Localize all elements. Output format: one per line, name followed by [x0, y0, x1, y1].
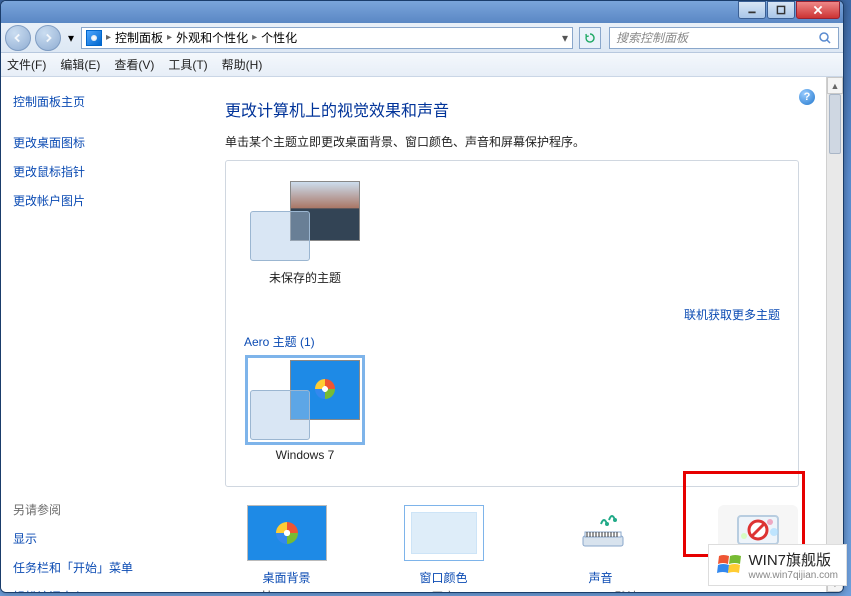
breadcrumb-item[interactable]: 控制面板 [115, 29, 163, 46]
forward-button[interactable] [35, 25, 61, 51]
option-title: 声音 [543, 569, 658, 586]
scroll-thumb[interactable] [829, 94, 841, 154]
sidebar-link-mouse-pointers[interactable]: 更改鼠标指针 [13, 163, 189, 180]
control-panel-icon [86, 30, 102, 46]
theme-unsaved[interactable]: 未保存的主题 [250, 181, 360, 286]
scroll-up-button[interactable]: ▲ [827, 77, 843, 94]
watermark-url: www.win7qijian.com [749, 570, 838, 581]
themes-container: 未保存的主题 联机获取更多主题 Aero 主题 (1) Windows 7 [225, 160, 799, 487]
see-also-heading: 另请参阅 [13, 501, 189, 518]
search-placeholder: 搜索控制面板 [616, 29, 818, 46]
desktop-background-option[interactable]: 桌面背景 Harmony [229, 505, 344, 592]
titlebar[interactable] [1, 1, 843, 23]
option-sub: Harmony [229, 588, 344, 592]
vertical-scrollbar[interactable]: ▲ ▼ [826, 77, 843, 592]
option-title: 桌面背景 [229, 569, 344, 586]
menu-edit[interactable]: 编辑(E) [60, 56, 100, 73]
windows-logo-icon [717, 552, 743, 578]
page-subtitle: 单击某个主题立即更改桌面背景、窗口颜色、声音和屏幕保护程序。 [225, 133, 819, 150]
watermark: WIN7旗舰版 www.win7qijian.com [708, 544, 847, 586]
menu-file[interactable]: 文件(F) [7, 56, 46, 73]
option-sub: Windows 默认 [543, 588, 658, 592]
breadcrumb-item[interactable]: 个性化 [261, 29, 297, 46]
menu-view[interactable]: 查看(V) [114, 56, 154, 73]
aero-section-heading: Aero 主题 (1) [244, 333, 780, 350]
theme-preview [250, 181, 360, 261]
option-title: 窗口颜色 [386, 569, 501, 586]
search-icon [818, 31, 832, 45]
window-color-preview [404, 505, 484, 561]
see-also-taskbar[interactable]: 任务栏和「开始」菜单 [13, 559, 189, 576]
theme-windows7[interactable]: Windows 7 [250, 360, 360, 462]
close-button[interactable] [796, 1, 840, 19]
address-bar[interactable]: ▸ 控制面板 ▸ 外观和个性化 ▸ 个性化 ▾ [81, 27, 573, 49]
address-dropdown-icon[interactable]: ▾ [562, 31, 568, 45]
search-input[interactable]: 搜索控制面板 [609, 27, 839, 49]
wallpaper-preview [247, 505, 327, 561]
sound-icon [561, 505, 641, 561]
option-sub: 天空 [386, 588, 501, 592]
see-also-ease-of-access[interactable]: 轻松访问中心 [13, 588, 189, 593]
theme-label: 未保存的主题 [250, 269, 360, 286]
help-icon[interactable]: ? [799, 89, 815, 105]
sidebar-link-account-picture[interactable]: 更改帐户图片 [13, 192, 189, 209]
menu-help[interactable]: 帮助(H) [222, 56, 263, 73]
menu-tools[interactable]: 工具(T) [168, 56, 207, 73]
theme-label: Windows 7 [250, 448, 360, 462]
more-themes-link[interactable]: 联机获取更多主题 [684, 308, 780, 322]
sidebar-link-home[interactable]: 控制面板主页 [13, 93, 189, 110]
sidebar-link-desktop-icons[interactable]: 更改桌面图标 [13, 134, 189, 151]
minimize-button[interactable] [738, 1, 766, 19]
back-button[interactable] [5, 25, 31, 51]
sound-option[interactable]: 声音 Windows 默认 [543, 505, 658, 592]
watermark-text: WIN7旗舰版 [749, 552, 832, 569]
nav-toolbar: ▾ ▸ 控制面板 ▸ 外观和个性化 ▸ 个性化 ▾ 搜索控制面板 [1, 23, 843, 53]
menu-bar: 文件(F) 编辑(E) 查看(V) 工具(T) 帮助(H) [1, 53, 843, 77]
main-content: ? 更改计算机上的视觉效果和声音 单击某个主题立即更改桌面背景、窗口颜色、声音和… [201, 77, 843, 592]
see-also-display[interactable]: 显示 [13, 530, 189, 547]
maximize-button[interactable] [767, 1, 795, 19]
control-panel-window: ▾ ▸ 控制面板 ▸ 外观和个性化 ▸ 个性化 ▾ 搜索控制面板 文件(F) 编… [0, 0, 844, 593]
history-dropdown[interactable]: ▾ [65, 28, 77, 48]
breadcrumb-item[interactable]: 外观和个性化 [176, 29, 248, 46]
page-title: 更改计算机上的视觉效果和声音 [225, 97, 819, 121]
refresh-button[interactable] [579, 27, 601, 49]
theme-preview [250, 360, 360, 440]
sidebar: 控制面板主页 更改桌面图标 更改鼠标指针 更改帐户图片 另请参阅 显示 任务栏和… [1, 77, 201, 592]
window-color-option[interactable]: 窗口颜色 天空 [386, 505, 501, 592]
